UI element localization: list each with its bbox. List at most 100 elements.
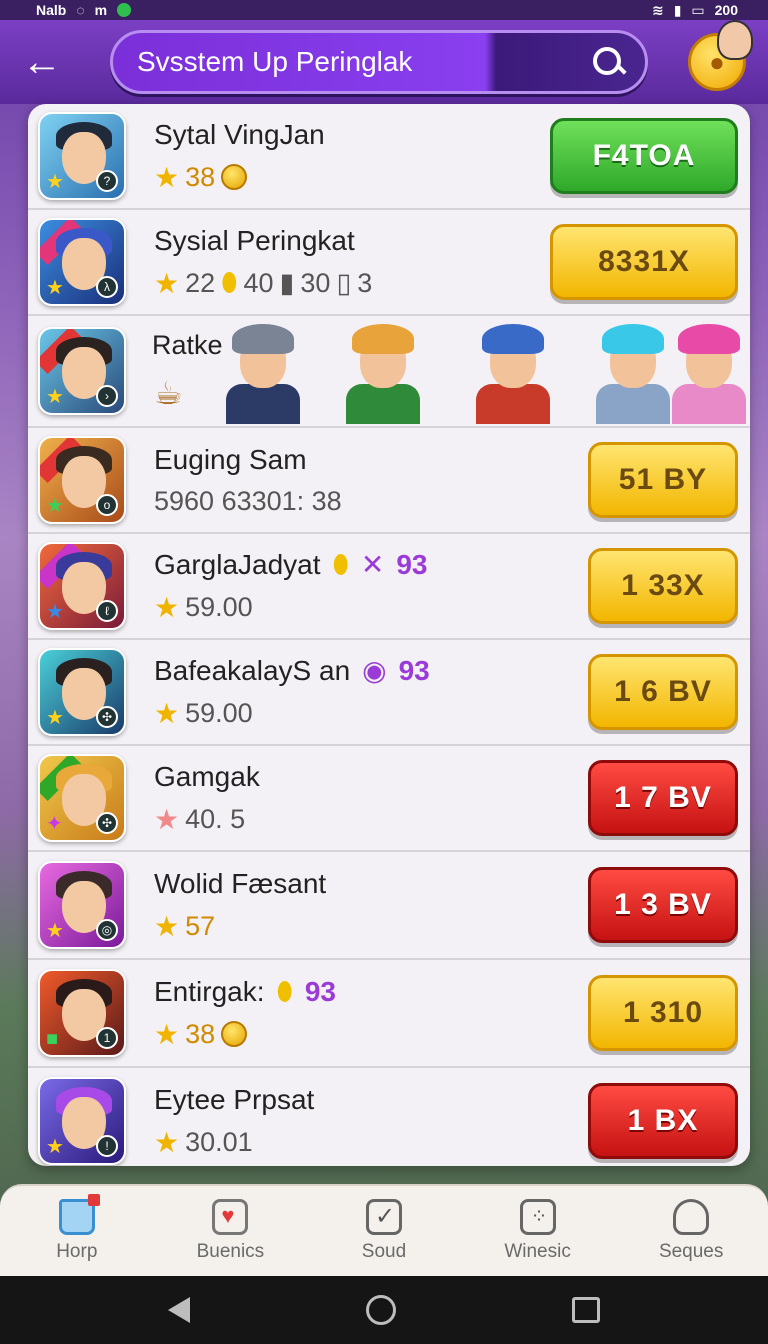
action-button[interactable]: F4TOA bbox=[550, 118, 738, 194]
badge-icon: o bbox=[96, 494, 118, 516]
player-stat: 59.00 bbox=[185, 698, 253, 728]
system-nav-bar bbox=[0, 1276, 768, 1344]
shield-icon: ⬮ bbox=[332, 548, 349, 579]
star-icon: ★ bbox=[46, 277, 64, 299]
cup-icon: ☕ bbox=[154, 375, 183, 411]
nav-label: Buenics bbox=[196, 1241, 265, 1262]
hero-figure bbox=[468, 324, 558, 424]
player-stat-3: 30 bbox=[300, 267, 331, 298]
player-tag: 93 bbox=[398, 654, 430, 686]
action-button[interactable]: 1 310 bbox=[588, 975, 738, 1051]
app-header: ← Svsstem Up Peringlak ● bbox=[0, 20, 768, 104]
badge-icon: 1 bbox=[96, 1027, 118, 1049]
action-button[interactable]: 51 BY bbox=[588, 442, 738, 518]
wifi-icon: ≋ bbox=[651, 1, 664, 18]
leaderboard-list: ★ ? Sytal VingJan ★ 38 F4TOA ★ λ Sysial P… bbox=[28, 104, 750, 1166]
player-tag: 93 bbox=[304, 975, 336, 1007]
player-stat: 40. 5 bbox=[185, 803, 246, 834]
star-icon: ★ bbox=[154, 161, 180, 193]
star-icon: ★ bbox=[154, 803, 180, 835]
player-avatar: ★ ✣ bbox=[38, 648, 126, 736]
star-icon: ★ bbox=[46, 601, 64, 623]
search-icon[interactable] bbox=[591, 45, 625, 79]
badge-icon: λ bbox=[96, 276, 118, 298]
list-item[interactable]: ★ λ Sysial Peringkat ★ 22 ⬮ 40 ▮ 30 ▯ 3 8331… bbox=[28, 210, 750, 316]
status-ok-icon bbox=[117, 3, 132, 17]
star-icon: ★ bbox=[46, 171, 64, 193]
star-icon: ★ bbox=[46, 707, 64, 729]
signal-icon: ▮ bbox=[673, 1, 682, 18]
badge-icon: ℓ bbox=[96, 600, 118, 622]
player-avatar: ★ › bbox=[38, 327, 126, 415]
featured-heroes-row[interactable]: ★ › Ratke ☕ bbox=[28, 316, 750, 428]
star-icon: ✦ bbox=[46, 813, 63, 835]
star-icon: ■ bbox=[46, 1028, 59, 1050]
cross-icon: ✕ bbox=[360, 549, 385, 580]
list-item[interactable]: ■ 1 Entirgak: ⬮ 93 ★ 38 1 310 bbox=[28, 960, 750, 1068]
action-button[interactable]: 1 33X bbox=[588, 548, 738, 624]
system-recents-icon[interactable] bbox=[572, 1297, 600, 1323]
nav-winesic[interactable]: Winesic bbox=[478, 1199, 598, 1263]
player-stat: 5960 63301: 38 bbox=[154, 485, 342, 516]
badge-icon: › bbox=[96, 385, 118, 407]
star-icon: ★ bbox=[46, 1136, 64, 1158]
list-item[interactable]: ★ ! Eytee Prpsat ★ 30.01 1 BX bbox=[28, 1068, 750, 1166]
home-icon bbox=[58, 1194, 100, 1235]
coin-icon bbox=[221, 164, 248, 190]
list-item[interactable]: ★ ℓ GarglaJadyat ⬮ ✕ 93 ★ 59.00 1 33X bbox=[28, 534, 750, 640]
badge-icon: ✣ bbox=[96, 812, 118, 834]
star-icon: ★ bbox=[154, 592, 180, 623]
list-item[interactable]: ★ ? Sytal VingJan ★ 38 F4TOA bbox=[28, 104, 750, 210]
search-bar[interactable]: Svsstem Up Peringlak bbox=[110, 30, 648, 94]
system-back-icon[interactable] bbox=[168, 1297, 190, 1323]
badge-icon: ◎ bbox=[96, 919, 118, 941]
list-item[interactable]: ★ o Euging Sam 5960 63301: 38 51 BY bbox=[28, 428, 750, 534]
star-icon: ★ bbox=[46, 386, 64, 408]
avatar bbox=[717, 20, 753, 60]
featured-title: Ratke bbox=[152, 330, 223, 360]
player-stat-4: 3 bbox=[357, 267, 373, 298]
player-stat: 30.01 bbox=[185, 1126, 253, 1157]
back-arrow-icon[interactable]: ← bbox=[18, 38, 66, 86]
list-item[interactable]: ★ ✣ BafeakalayS an ◉ 93 ★ 59.00 1 6 BV bbox=[28, 640, 750, 746]
shield-icon: ⬮ bbox=[221, 267, 238, 297]
status-circle-icon: ◌ bbox=[76, 2, 85, 18]
nav-home[interactable]: Horp bbox=[17, 1194, 137, 1263]
star-icon: ★ bbox=[154, 267, 180, 299]
system-home-icon[interactable] bbox=[366, 1295, 396, 1325]
star-icon: ★ bbox=[46, 920, 64, 942]
player-name: BafeakalayS an bbox=[154, 654, 351, 686]
nav-label: Seques bbox=[658, 1241, 724, 1262]
nav-seques[interactable]: Seques bbox=[631, 1199, 751, 1263]
star-icon: ★ bbox=[154, 910, 180, 942]
nav-label: Winesic bbox=[504, 1241, 571, 1262]
hero-figure bbox=[218, 324, 308, 424]
action-button[interactable]: 1 7 BV bbox=[588, 760, 738, 836]
star-icon: ★ bbox=[46, 495, 64, 517]
coin-icon bbox=[221, 1021, 248, 1047]
dice-icon bbox=[519, 1199, 556, 1235]
list-item[interactable]: ★ ◎ Wolid Fæsant ★ 57 1 3 BV bbox=[28, 852, 750, 960]
nav-label: Horp bbox=[56, 1241, 98, 1262]
status-bar: Nalb ◌ m ≋ ▮ ▭ 200 bbox=[0, 0, 768, 20]
nav-soud[interactable]: Soud bbox=[324, 1199, 444, 1263]
search-text[interactable]: Svsstem Up Peringlak bbox=[137, 46, 591, 78]
status-m-icon: m bbox=[94, 2, 108, 18]
action-button[interactable]: 8331X bbox=[550, 224, 738, 300]
player-stat: 57 bbox=[185, 910, 216, 941]
heart-icon bbox=[212, 1199, 249, 1235]
nav-label: Soud bbox=[361, 1241, 407, 1262]
action-button[interactable]: 1 6 BV bbox=[588, 654, 738, 730]
badge-icon: ✣ bbox=[96, 706, 118, 728]
action-button[interactable]: 1 BX bbox=[588, 1083, 738, 1159]
swirl-icon: ◉ bbox=[362, 655, 387, 686]
nav-buenics[interactable]: Buenics bbox=[170, 1199, 290, 1263]
player-avatar: ★ ! bbox=[38, 1077, 126, 1165]
action-button[interactable]: 1 3 BV bbox=[588, 867, 738, 943]
star-icon: ★ bbox=[154, 1018, 180, 1050]
status-time: 200 bbox=[714, 2, 738, 18]
list-item[interactable]: ✦ ✣ Gamgak ★ 40. 5 1 7 BV bbox=[28, 746, 750, 852]
item-icon: ▮ bbox=[279, 267, 295, 298]
profile-coin-button[interactable]: ● bbox=[688, 20, 753, 91]
player-stat: 38 bbox=[185, 161, 216, 192]
